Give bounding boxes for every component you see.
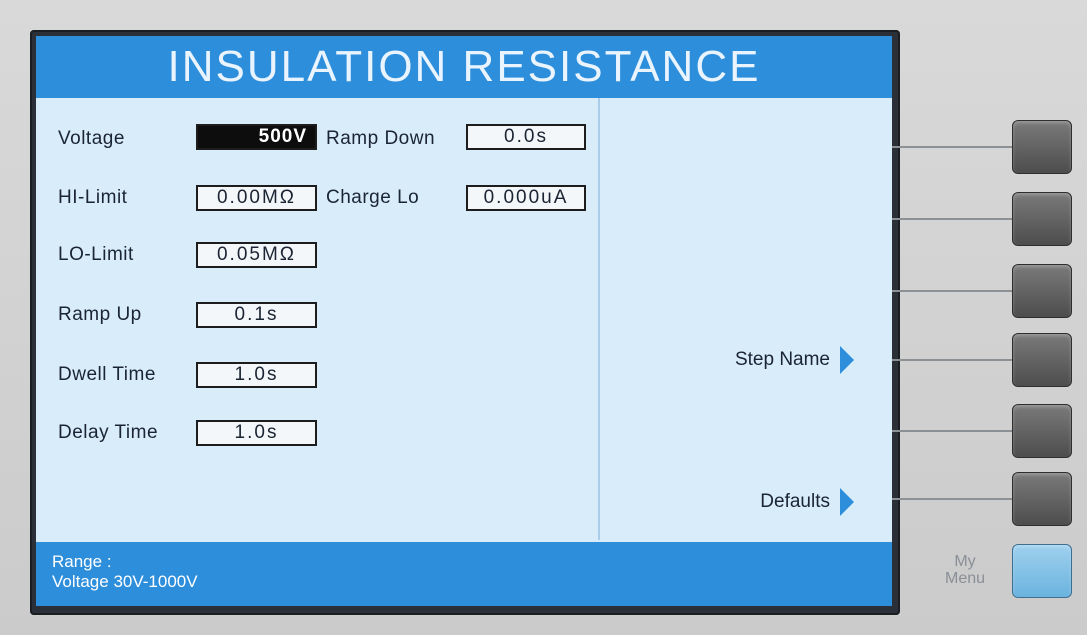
charge-lo-label: Charge Lo (326, 187, 420, 208)
softkey-line-5 (892, 430, 1012, 432)
softkey-line-6 (892, 498, 1012, 500)
softkey-line-2 (892, 218, 1012, 220)
delay-time-field[interactable]: 1.0s (196, 420, 317, 446)
ramp-up-label: Ramp Up (58, 304, 142, 325)
charge-lo-field[interactable]: 0.000uA (466, 185, 586, 211)
my-menu-label-line2: Menu (944, 570, 986, 587)
softkey-line-4 (892, 359, 1012, 361)
hardware-softkey-5[interactable] (1012, 404, 1072, 458)
hi-limit-label: HI-Limit (58, 187, 128, 208)
softkey-defaults[interactable]: Defaults (760, 491, 830, 513)
softkey-line-1 (892, 146, 1012, 148)
triangle-right-icon (840, 346, 854, 374)
lcd-screen: INSULATION RESISTANCE Voltage HI-Limit L… (36, 36, 892, 606)
lo-limit-field[interactable]: 0.05MΩ (196, 242, 317, 268)
delay-time-label: Delay Time (58, 422, 159, 443)
hardware-softkey-2[interactable] (1012, 192, 1072, 246)
lo-limit-label: LO-Limit (58, 244, 134, 265)
softkey-line-3 (892, 290, 1012, 292)
hardware-softkey-step-name[interactable] (1012, 333, 1072, 387)
triangle-right-icon (840, 488, 854, 516)
ramp-down-label: Ramp Down (326, 128, 436, 149)
my-menu-label-line1: My (954, 553, 976, 570)
range-heading: Range : (52, 552, 112, 571)
hi-limit-field[interactable]: 0.00MΩ (196, 185, 317, 211)
panel-divider (598, 98, 600, 540)
voltage-range-text: Voltage 30V-1000V (52, 572, 198, 591)
dwell-time-label: Dwell Time (58, 364, 156, 385)
voltage-field[interactable]: 500V (196, 124, 317, 150)
dwell-time-field[interactable]: 1.0s (196, 362, 317, 388)
ramp-up-field[interactable]: 0.1s (196, 302, 317, 328)
hardware-softkey-defaults[interactable] (1012, 472, 1072, 526)
hardware-softkey-1[interactable] (1012, 120, 1072, 174)
status-bar: Range : Voltage 30V-1000V (36, 542, 892, 606)
my-menu-label: My Menu (935, 553, 995, 587)
voltage-label: Voltage (58, 128, 125, 149)
hardware-softkey-3[interactable] (1012, 264, 1072, 318)
my-menu-button[interactable] (1012, 544, 1072, 598)
title-bar: INSULATION RESISTANCE (36, 36, 892, 98)
softkey-step-name[interactable]: Step Name (735, 349, 830, 371)
page-title: INSULATION RESISTANCE (167, 42, 761, 91)
ramp-down-field[interactable]: 0.0s (466, 124, 586, 150)
